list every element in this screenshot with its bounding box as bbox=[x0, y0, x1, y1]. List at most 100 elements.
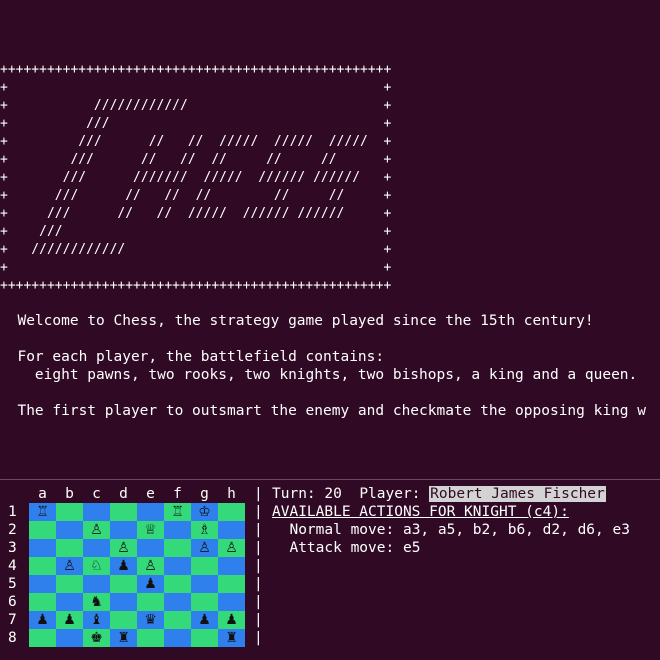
turn-label: Turn: bbox=[272, 486, 316, 502]
square-h7[interactable]: ♟ bbox=[218, 611, 245, 629]
square-a1[interactable]: ♖ bbox=[29, 503, 56, 521]
attack-move-list: e5 bbox=[402, 540, 421, 556]
chess-piece-icon[interactable]: ♙ bbox=[225, 539, 238, 557]
square-f2[interactable] bbox=[164, 521, 191, 539]
chess-piece-icon[interactable]: ♗ bbox=[198, 521, 211, 539]
pipe-separator: | bbox=[254, 540, 263, 556]
square-h2[interactable] bbox=[218, 521, 245, 539]
square-c1[interactable] bbox=[83, 503, 110, 521]
square-e8[interactable] bbox=[137, 629, 164, 647]
square-d1[interactable] bbox=[110, 503, 137, 521]
square-b6[interactable] bbox=[56, 593, 83, 611]
square-g5[interactable] bbox=[191, 575, 218, 593]
square-g2[interactable]: ♗ bbox=[191, 521, 218, 539]
chess-piece-icon[interactable]: ♙ bbox=[144, 557, 157, 575]
square-c5[interactable] bbox=[83, 575, 110, 593]
square-g8[interactable] bbox=[191, 629, 218, 647]
square-b1[interactable] bbox=[56, 503, 83, 521]
chess-piece-icon[interactable]: ♕ bbox=[144, 521, 157, 539]
square-e2[interactable]: ♕ bbox=[137, 521, 164, 539]
square-c4[interactable]: ♘ bbox=[83, 557, 110, 575]
square-g3[interactable]: ♙ bbox=[191, 539, 218, 557]
square-c2[interactable]: ♙ bbox=[83, 521, 110, 539]
square-d6[interactable] bbox=[110, 593, 137, 611]
square-a8[interactable] bbox=[29, 629, 56, 647]
chess-piece-icon[interactable]: ♟ bbox=[117, 557, 130, 575]
square-d7[interactable] bbox=[110, 611, 137, 629]
chess-piece-icon[interactable]: ♟ bbox=[63, 611, 76, 629]
square-d5[interactable] bbox=[110, 575, 137, 593]
square-e1[interactable] bbox=[137, 503, 164, 521]
square-d3[interactable]: ♙ bbox=[110, 539, 137, 557]
square-b4[interactable]: ♙ bbox=[56, 557, 83, 575]
chess-piece-icon[interactable]: ♟ bbox=[198, 611, 211, 629]
square-e5[interactable]: ♟ bbox=[137, 575, 164, 593]
square-a6[interactable] bbox=[29, 593, 56, 611]
chess-piece-icon[interactable]: ♘ bbox=[90, 557, 103, 575]
square-h3[interactable]: ♙ bbox=[218, 539, 245, 557]
square-f6[interactable] bbox=[164, 593, 191, 611]
actions-title-line: AVAILABLE ACTIONS FOR KNIGHT (c4): bbox=[272, 503, 630, 521]
square-h6[interactable] bbox=[218, 593, 245, 611]
chess-piece-icon[interactable]: ♙ bbox=[117, 539, 130, 557]
info-panel: Turn: 20 Player: Robert James Fischer AV… bbox=[272, 485, 630, 557]
square-b5[interactable] bbox=[56, 575, 83, 593]
square-f3[interactable] bbox=[164, 539, 191, 557]
square-d4[interactable]: ♟ bbox=[110, 557, 137, 575]
chess-piece-icon[interactable]: ♙ bbox=[198, 539, 211, 557]
square-g1[interactable]: ♔ bbox=[191, 503, 218, 521]
chess-piece-icon[interactable]: ♜ bbox=[117, 629, 130, 647]
pipe-separator: | bbox=[254, 612, 263, 628]
square-h5[interactable] bbox=[218, 575, 245, 593]
chess-piece-icon[interactable]: ♟ bbox=[225, 611, 238, 629]
chess-board[interactable]: ♖ ♖ ♔ ♙ ♕ ♗ ♙ ♙ ♙ ♙ ♘ ♟ ♙ ♟ ♞ ♟ ♟ ♝ ♛ ♟ ♟ ♚ ♜ ♜ bbox=[29, 503, 245, 647]
square-c3[interactable] bbox=[83, 539, 110, 557]
square-h4[interactable] bbox=[218, 557, 245, 575]
square-a5[interactable] bbox=[29, 575, 56, 593]
square-f1[interactable]: ♖ bbox=[164, 503, 191, 521]
square-a7[interactable]: ♟ bbox=[29, 611, 56, 629]
chess-piece-icon[interactable]: ♟ bbox=[144, 575, 157, 593]
square-f4[interactable] bbox=[164, 557, 191, 575]
chess-piece-icon[interactable]: ♚ bbox=[90, 629, 103, 647]
chess-piece-icon[interactable]: ♖ bbox=[171, 503, 184, 521]
square-f5[interactable] bbox=[164, 575, 191, 593]
square-h1[interactable] bbox=[218, 503, 245, 521]
square-h8[interactable]: ♜ bbox=[218, 629, 245, 647]
chess-piece-icon[interactable]: ♛ bbox=[144, 611, 157, 629]
square-d2[interactable] bbox=[110, 521, 137, 539]
square-g7[interactable]: ♟ bbox=[191, 611, 218, 629]
chess-piece-icon[interactable]: ♔ bbox=[198, 503, 211, 521]
square-f8[interactable] bbox=[164, 629, 191, 647]
chess-piece-icon[interactable]: ♟ bbox=[36, 611, 49, 629]
square-c6[interactable]: ♞ bbox=[83, 593, 110, 611]
square-g6[interactable] bbox=[191, 593, 218, 611]
square-e6[interactable] bbox=[137, 593, 164, 611]
square-a2[interactable] bbox=[29, 521, 56, 539]
square-d8[interactable]: ♜ bbox=[110, 629, 137, 647]
square-e4[interactable]: ♙ bbox=[137, 557, 164, 575]
chess-piece-icon[interactable]: ♙ bbox=[63, 557, 76, 575]
chess-piece-icon[interactable]: ♙ bbox=[90, 521, 103, 539]
square-e3[interactable] bbox=[137, 539, 164, 557]
rank-labels: 1 2 3 4 5 6 7 8 bbox=[8, 503, 17, 647]
square-c7[interactable]: ♝ bbox=[83, 611, 110, 629]
square-b2[interactable] bbox=[56, 521, 83, 539]
rank-label: 4 bbox=[8, 558, 17, 574]
square-b8[interactable] bbox=[56, 629, 83, 647]
chess-piece-icon[interactable]: ♞ bbox=[90, 593, 103, 611]
rank-label: 2 bbox=[8, 522, 17, 538]
chess-piece-icon[interactable]: ♖ bbox=[36, 503, 49, 521]
square-b7[interactable]: ♟ bbox=[56, 611, 83, 629]
square-c8[interactable]: ♚ bbox=[83, 629, 110, 647]
chess-piece-icon[interactable]: ♜ bbox=[225, 629, 238, 647]
attack-move-line: Attack move: e5 bbox=[272, 539, 630, 557]
square-a3[interactable] bbox=[29, 539, 56, 557]
square-e7[interactable]: ♛ bbox=[137, 611, 164, 629]
square-a4[interactable] bbox=[29, 557, 56, 575]
square-b3[interactable] bbox=[56, 539, 83, 557]
file-labels: a b c d e f g h bbox=[29, 485, 245, 503]
square-g4[interactable] bbox=[191, 557, 218, 575]
chess-piece-icon[interactable]: ♝ bbox=[90, 611, 103, 629]
square-f7[interactable] bbox=[164, 611, 191, 629]
